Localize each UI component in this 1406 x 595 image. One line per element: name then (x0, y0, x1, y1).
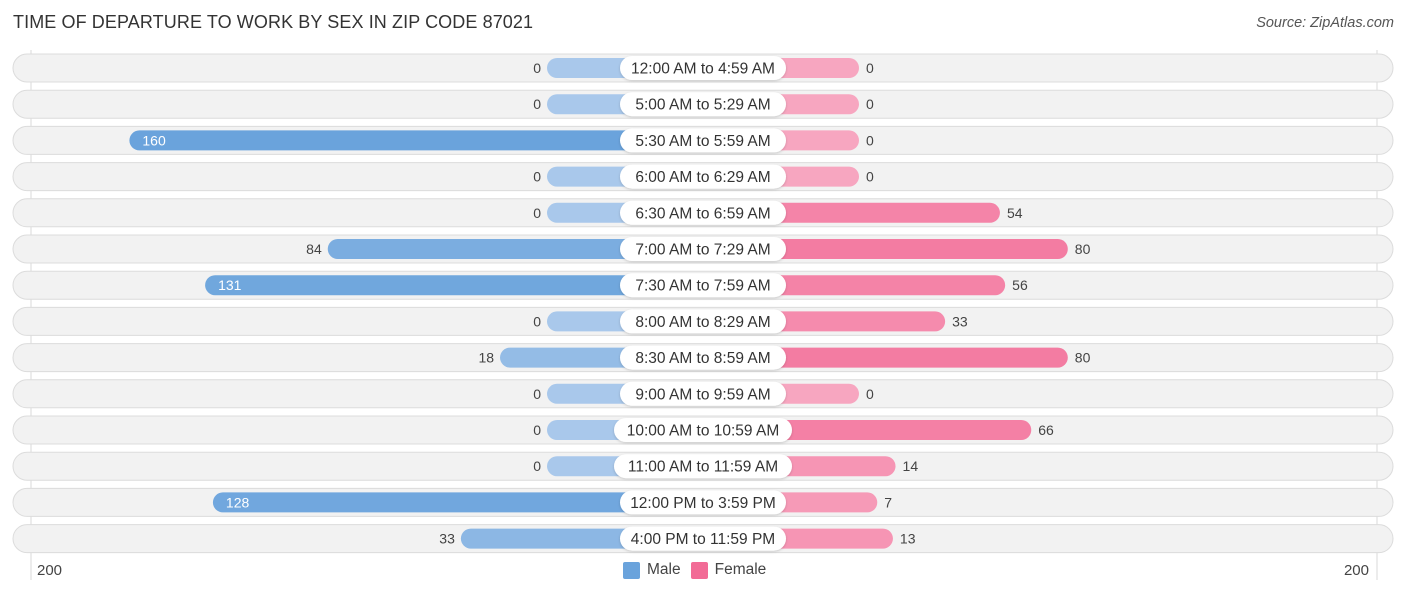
value-label-male: 160 (142, 132, 166, 148)
value-label-male: 84 (306, 241, 322, 257)
value-label-male: 0 (533, 96, 541, 112)
legend-label-female: Female (714, 561, 767, 578)
chart-row: 160 0 5:30 AM to 5:59 AM (12, 125, 1394, 155)
value-label-male: 33 (439, 531, 455, 547)
value-label-female: 33 (952, 313, 968, 329)
chart-row: 131 56 7:30 AM to 7:59 AM (12, 270, 1394, 300)
category-label: 7:30 AM to 7:59 AM (635, 278, 770, 295)
category-label: 8:00 AM to 8:29 AM (635, 314, 770, 331)
value-label-female: 14 (903, 458, 919, 474)
value-label-male: 0 (533, 313, 541, 329)
category-label: 12:00 AM to 4:59 AM (631, 61, 775, 78)
value-label-male: 0 (533, 60, 541, 76)
value-label-female: 7 (884, 494, 892, 510)
value-label-female: 80 (1075, 350, 1091, 366)
category-label: 4:00 PM to 11:59 PM (631, 531, 775, 548)
chart-row: 0 0 5:00 AM to 5:29 AM (12, 89, 1394, 119)
category-label: 9:00 AM to 9:59 AM (635, 386, 770, 403)
chart-row: 33 13 4:00 PM to 11:59 PM (12, 524, 1394, 554)
category-label: 11:00 AM to 11:59 AM (628, 459, 778, 476)
axis-label-right: 200 (1343, 562, 1369, 579)
category-label: 5:00 AM to 5:29 AM (635, 97, 770, 114)
legend-label-male: Male (647, 561, 681, 578)
value-label-male: 0 (533, 169, 541, 185)
value-label-female: 13 (900, 531, 916, 547)
value-label-male: 0 (533, 458, 541, 474)
category-label: 7:00 AM to 7:29 AM (635, 242, 770, 259)
chart-row: 0 33 8:00 AM to 8:29 AM (12, 306, 1394, 336)
value-label-female: 56 (1012, 277, 1028, 293)
chart-canvas: 0 0 12:00 AM to 4:59 AM 0 0 5:00 AM to 5:29 A… (12, 50, 1394, 580)
axis-label-left: 200 (37, 562, 63, 579)
legend-swatch-female (690, 561, 708, 579)
chart-row: 84 80 7:00 AM to 7:29 AM (12, 234, 1394, 264)
value-label-male: 131 (218, 277, 242, 293)
chart-row: 0 14 11:00 AM to 11:59 AM (12, 451, 1394, 481)
value-label-male: 0 (533, 422, 541, 438)
chart-row: 0 0 9:00 AM to 9:59 AM (12, 379, 1394, 409)
category-label: 6:30 AM to 6:59 AM (635, 205, 770, 222)
legend-swatch-male (623, 561, 640, 579)
value-label-female: 0 (866, 132, 874, 148)
chart-row: 0 54 6:30 AM to 6:59 AM (12, 198, 1394, 228)
category-label: 5:30 AM to 5:59 AM (635, 133, 770, 150)
value-label-female: 66 (1038, 422, 1054, 438)
category-label: 12:00 PM to 3:59 PM (630, 495, 776, 512)
value-label-female: 0 (866, 386, 874, 402)
legend-item-male[interactable]: Male (623, 561, 681, 579)
value-label-male: 128 (226, 494, 250, 510)
value-label-female: 0 (866, 96, 874, 112)
value-label-female: 54 (1007, 205, 1023, 221)
value-label-female: 80 (1075, 241, 1091, 257)
category-label: 6:00 AM to 6:29 AM (635, 169, 770, 186)
legend-item-female[interactable]: Female (690, 561, 767, 579)
chart-row: 0 66 10:00 AM to 10:59 AM (12, 415, 1394, 445)
chart-row: 0 0 6:00 AM to 6:29 AM (12, 162, 1394, 192)
value-label-male: 0 (533, 386, 541, 402)
value-label-female: 0 (866, 169, 874, 185)
value-label-male: 0 (533, 205, 541, 221)
value-label-female: 0 (866, 60, 874, 76)
chart-row: 128 7 12:00 PM to 3:59 PM (12, 487, 1394, 517)
category-label: 10:00 AM to 10:59 AM (627, 423, 780, 440)
category-label: 8:30 AM to 8:59 AM (635, 350, 770, 367)
chart-row: 0 0 12:00 AM to 4:59 AM (12, 53, 1394, 83)
bar-male[interactable] (129, 130, 703, 151)
chart-row: 18 80 8:30 AM to 8:59 AM (12, 343, 1394, 373)
legend: Male Female (623, 561, 776, 579)
value-label-male: 18 (478, 350, 494, 366)
